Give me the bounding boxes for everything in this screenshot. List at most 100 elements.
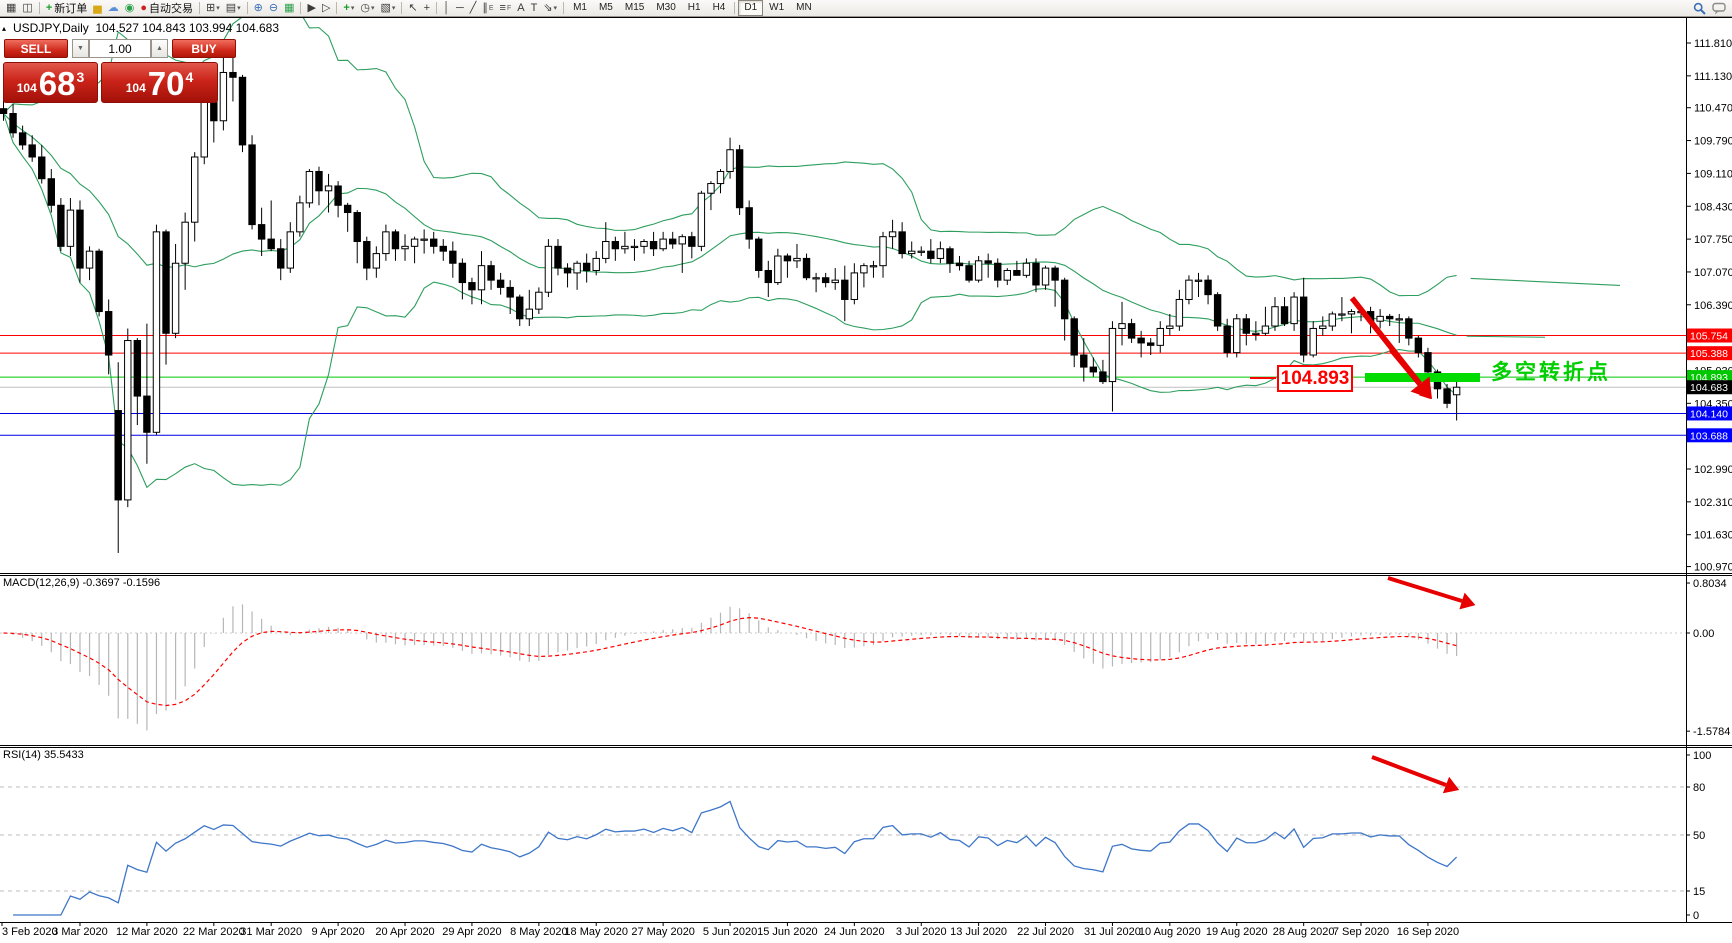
timeframe-button-M15[interactable]: M15 bbox=[619, 0, 650, 16]
candle-body bbox=[842, 280, 848, 299]
cloud-glyph-icon: ☁ bbox=[108, 3, 119, 14]
vertical-line-tool[interactable]: │ bbox=[440, 1, 453, 16]
label-tool[interactable]: T bbox=[528, 1, 541, 16]
x-axis-date-label: 5 Jun 2020 bbox=[703, 926, 757, 938]
candle-body bbox=[689, 237, 695, 247]
x-axis-date-label: 3 Mar 2020 bbox=[52, 926, 108, 938]
price-level-callout[interactable]: 104.893 bbox=[1277, 365, 1353, 392]
market-watch-icon[interactable]: ◫ bbox=[19, 1, 35, 16]
timeframe-button-D1[interactable]: D1 bbox=[738, 0, 763, 16]
timeframe-button-H4[interactable]: H4 bbox=[707, 0, 732, 16]
signal-glyph-icon: ◉ bbox=[125, 3, 135, 14]
cloud-icon[interactable]: ☁ bbox=[105, 1, 122, 16]
charts-window-icon[interactable]: ▦ bbox=[3, 1, 19, 16]
crosshair-tool[interactable]: + bbox=[421, 1, 433, 16]
plus-icon: + bbox=[46, 3, 52, 14]
sell-button[interactable]: SELL bbox=[4, 39, 68, 58]
symbol-period-label: USDJPY,Daily bbox=[13, 21, 89, 35]
caret-icon: ▾ bbox=[554, 4, 558, 12]
candle-body bbox=[1348, 312, 1354, 314]
cursor-icon: ↖ bbox=[408, 3, 417, 14]
candle-body bbox=[1061, 280, 1067, 319]
candle-body bbox=[478, 266, 484, 290]
chart-canvas[interactable]: 111.810111.130110.470109.790109.110108.4… bbox=[0, 0, 1732, 938]
indicators-icon[interactable]: +▾ bbox=[340, 1, 357, 16]
candle-body bbox=[58, 205, 64, 246]
signals-icon[interactable]: ◉ bbox=[122, 1, 138, 16]
chart-shift-icon[interactable]: ▷ bbox=[319, 1, 333, 16]
collapse-marker[interactable]: ▴ bbox=[2, 24, 6, 33]
timeframe-button-W1[interactable]: W1 bbox=[763, 0, 790, 16]
candle-body bbox=[1205, 280, 1211, 294]
toolbar: ▦ ◫ + 新订单 ▅ ☁ ◉ ● 自动交易 ⊞▾ ▤▾ ⊕ ⊖ ▦ ▶ ▷ +… bbox=[0, 0, 1732, 17]
candle-body bbox=[1081, 355, 1087, 367]
fibonacci-tool[interactable]: ≡F bbox=[497, 1, 515, 16]
candle-body bbox=[335, 186, 341, 205]
buy-button[interactable]: BUY bbox=[172, 39, 236, 58]
candle-body bbox=[459, 263, 465, 282]
tile-windows-icon[interactable]: ▦ bbox=[281, 1, 297, 16]
candle-body bbox=[1176, 299, 1182, 326]
vline-icon: │ bbox=[443, 3, 450, 14]
candle-body bbox=[325, 186, 331, 191]
chat-bubble-svg bbox=[1712, 2, 1726, 15]
candle-body bbox=[1090, 367, 1096, 372]
candle-body bbox=[564, 268, 570, 273]
zoom-out-icon[interactable]: ⊖ bbox=[266, 1, 281, 16]
candle-body bbox=[1014, 270, 1020, 275]
timeframe-button-H1[interactable]: H1 bbox=[682, 0, 707, 16]
candle-body bbox=[182, 222, 188, 263]
caret-icon: ▾ bbox=[371, 4, 375, 12]
candle-body bbox=[1100, 372, 1106, 382]
volume-increase-button[interactable]: ▲ bbox=[151, 39, 168, 58]
x-axis-date-label: 7 Sep 2020 bbox=[1333, 926, 1389, 938]
new-order-button[interactable]: + 新订单 bbox=[43, 1, 90, 16]
text-tool[interactable]: A bbox=[514, 1, 527, 16]
candle-body bbox=[861, 266, 867, 273]
rsi-scale-label: 50 bbox=[1693, 830, 1705, 842]
search-icon[interactable] bbox=[1690, 1, 1709, 16]
candle-body bbox=[870, 266, 876, 267]
macd-scale-label: 0.00 bbox=[1693, 628, 1714, 640]
x-axis-date-label: 13 Jul 2020 bbox=[950, 926, 1007, 938]
new-chart-icon[interactable]: ⊞▾ bbox=[203, 1, 223, 16]
equidistant-channel-tool[interactable]: ∥E bbox=[479, 1, 496, 16]
autotrade-button[interactable]: ● 自动交易 bbox=[137, 1, 196, 16]
candle-body bbox=[306, 171, 312, 202]
chat-icon[interactable] bbox=[1709, 1, 1729, 16]
magnifier-svg bbox=[1693, 2, 1706, 15]
periods-icon[interactable]: ◷▾ bbox=[357, 1, 377, 16]
horizontal-line-tool[interactable]: ─ bbox=[453, 1, 467, 16]
gold-icon[interactable]: ▅ bbox=[90, 1, 104, 16]
candle-body bbox=[956, 263, 962, 265]
cursor-tool[interactable]: ↖ bbox=[405, 1, 420, 16]
zoom-in-icon[interactable]: ⊕ bbox=[251, 1, 266, 16]
volume-decrease-button[interactable]: ▼ bbox=[72, 39, 89, 58]
arrows-tool[interactable]: ⇘▾ bbox=[540, 1, 560, 16]
candle-body bbox=[1300, 297, 1306, 355]
macd-indicator-label: MACD(12,26,9) -0.3697 -0.1596 bbox=[3, 577, 160, 589]
separator bbox=[247, 2, 248, 14]
macd-pane[interactable] bbox=[0, 575, 1686, 745]
trendline-tool[interactable]: ╱ bbox=[467, 1, 480, 16]
timeframe-button-M5[interactable]: M5 bbox=[593, 0, 619, 16]
timeframe-button-M30[interactable]: M30 bbox=[650, 0, 681, 16]
profiles-icon[interactable]: ▤▾ bbox=[223, 1, 244, 16]
candle-body bbox=[1339, 314, 1345, 315]
separator bbox=[436, 2, 437, 14]
y-axis-tick-label: 106.390 bbox=[1694, 300, 1732, 312]
timeframe-button-M1[interactable]: M1 bbox=[567, 0, 593, 16]
candle-body bbox=[153, 232, 159, 432]
candle-body bbox=[1128, 324, 1134, 338]
price-badge-label: 103.688 bbox=[1690, 430, 1728, 442]
auto-scroll-icon[interactable]: ▶ bbox=[304, 1, 318, 16]
turning-point-annotation[interactable]: 多空转折点 bbox=[1491, 356, 1611, 386]
bid-panel[interactable]: 104 68 3 bbox=[3, 62, 98, 103]
volume-input[interactable] bbox=[89, 39, 151, 58]
candle-body bbox=[966, 266, 972, 280]
candle-body bbox=[622, 246, 628, 248]
templates-icon[interactable]: ▧▾ bbox=[378, 1, 399, 16]
ask-panel[interactable]: 104 70 4 bbox=[101, 62, 218, 103]
timeframe-button-MN[interactable]: MN bbox=[790, 0, 818, 16]
candle-body bbox=[249, 145, 255, 225]
